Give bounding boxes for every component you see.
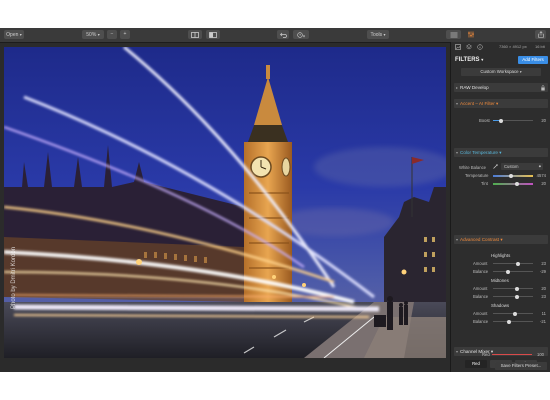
section-title-contrast-text: Advanced Contrast [460,237,500,242]
zoom-value: 50% [86,32,97,38]
red-slider-fill [492,354,532,355]
zoom-out-label: − [110,31,114,37]
zoom-in-button[interactable]: + [120,30,130,39]
photo-canvas[interactable]: Photo by Dmitri Kordon [4,47,446,358]
collapse-arrow-icon: ▾ [456,237,459,242]
balance-label: Balance [473,319,489,324]
contrast-group-title: Midtones [491,278,509,283]
filters-title-text: FILTERS [455,57,480,63]
balance-slider[interactable] [493,271,533,272]
info-icon[interactable] [477,44,483,51]
collapse-arrow-icon: ▾ [456,101,459,106]
contrast-group-title: Highlights [491,253,511,258]
tools-label: Tools [370,32,383,38]
section-raw-develop[interactable]: ▸ RAW Develop [454,83,548,92]
boost-label: Boost [479,118,490,123]
red-value: 100 [537,352,544,357]
zoom-in-label: + [123,31,127,37]
layers-stack-icon[interactable] [466,44,472,51]
white-balance-dropdown[interactable]: Custom ◆ [501,163,543,170]
balance-slider[interactable] [493,321,533,322]
lock-icon[interactable] [541,84,545,92]
tint-slider[interactable] [493,183,533,185]
histogram-icon[interactable] [455,44,461,51]
section-title-contrast: Advanced Contrast ▾ [460,237,503,242]
section-accent-ai[interactable]: ▾ Accent – AI Filter ▾ [454,99,548,108]
undo-icon[interactable] [277,30,289,39]
balance-value: -29 [539,269,546,274]
open-button[interactable]: Open ▾ [4,30,24,39]
amount-value: 23 [541,261,546,266]
amount-slider-handle[interactable] [513,311,517,316]
balance-value: -21 [539,319,546,324]
add-filters-button[interactable]: Add Filters [518,56,548,64]
balance-label: Balance [473,269,489,274]
split-view-icon[interactable] [206,30,220,39]
section-title-color-temp-text: Color Temperature [460,150,498,155]
bit-depth: 16 bit [535,44,545,49]
amount-label: Amount [473,286,488,291]
section-title-accent: Accent – AI Filter ▾ [460,101,499,106]
balance-slider[interactable] [493,296,533,297]
collapse-arrow-icon: ▾ [456,150,459,155]
tint-slider-handle[interactable] [515,181,519,186]
amount-label: Amount [473,261,488,266]
tools-button[interactable]: Tools ▾ [367,30,389,39]
balance-value: 23 [541,294,546,299]
expand-arrow-icon: ▸ [456,85,459,90]
filters-panel: 7360 × 4912 px 16 bit FILTERS ▾ Add Filt… [450,42,550,372]
filters-title: FILTERS ▾ [455,57,484,63]
open-label: Open [6,32,19,38]
balance-slider-handle[interactable] [507,319,511,324]
balance-label: Balance [473,294,489,299]
amount-label: Amount [473,311,488,316]
tint-value: 20 [541,181,546,186]
amount-slider-handle[interactable] [515,261,520,266]
section-title-raw: RAW Develop [460,85,489,90]
zoom-out-button[interactable]: − [107,30,117,39]
photo-credit: Photo by Dmitri Kordon [11,246,17,309]
tint-label: Tint [481,181,488,186]
boost-value: 20 [541,118,546,123]
workspace-label: Custom Workspace [480,69,519,74]
temperature-slider-handle[interactable] [509,173,513,178]
contrast-group-title: Shadows [491,303,510,308]
zoom-dropdown[interactable]: 50% ▾ [82,30,104,39]
white-balance-value: Custom [504,164,519,169]
history-icon[interactable]: ▾ [293,30,309,39]
share-icon[interactable] [535,30,546,39]
section-color-temperature[interactable]: ▾ Color Temperature ▾ [454,148,548,157]
section-title-accent-text: Accent – AI Filter [460,101,495,106]
compare-icon[interactable] [188,30,202,39]
app-window: Open ▾ 50% ▾ − + ▾ Tools ▾ Photo by Dmit… [0,28,550,372]
amount-value: 11 [541,311,546,316]
balance-slider-handle[interactable] [515,294,520,299]
section-advanced-contrast[interactable]: ▾ Advanced Contrast ▾ [454,235,548,244]
amount-slider[interactable] [493,263,533,264]
workspace-dropdown[interactable]: Custom Workspace ▾ [461,68,541,76]
section-title-color-temp: Color Temperature ▾ [460,150,502,155]
eyedropper-icon[interactable] [493,164,498,170]
temperature-slider[interactable] [493,175,533,177]
temperature-label: Temperature [465,173,489,178]
top-toolbar: Open ▾ 50% ▾ − + ▾ Tools ▾ [0,28,550,43]
filters-toggle-icon[interactable] [463,30,478,39]
red-label: Red [482,352,490,357]
layers-icon[interactable] [446,30,461,39]
balance-slider-handle[interactable] [506,269,511,274]
white-balance-label: White Balance [459,165,486,170]
image-dimensions: 7360 × 4912 px [499,44,527,49]
temperature-value: 4574 [536,173,546,178]
boost-slider-handle[interactable] [499,118,503,123]
amount-slider[interactable] [493,288,533,289]
amount-slider-handle[interactable] [515,286,519,291]
collapse-arrow-icon: ▾ [456,349,459,354]
tab-red[interactable]: Red [465,360,487,368]
save-preset-button[interactable]: Save Filters Preset... [495,362,547,370]
amount-value: 20 [541,286,546,291]
photo-big-ben [4,47,446,358]
